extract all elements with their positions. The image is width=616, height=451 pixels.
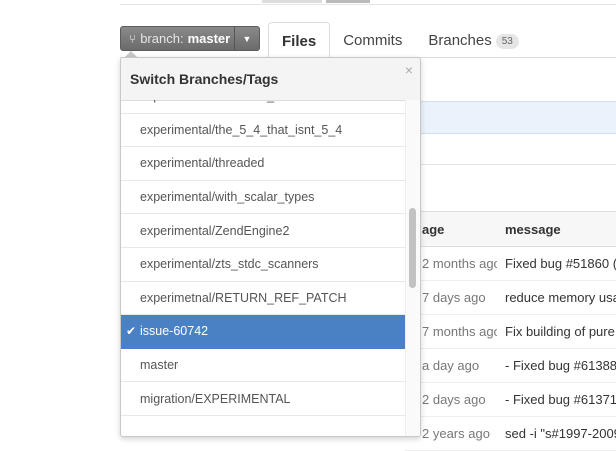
content-row <box>405 134 616 165</box>
row-message[interactable]: - Fixed bug #61388 <box>497 358 616 373</box>
scrollbar-thumb[interactable] <box>409 208 416 288</box>
row-message[interactable]: Fixed bug #51860 ( <box>497 256 616 271</box>
dropdown-header: Switch Branches/Tags × <box>121 58 420 101</box>
top-tab-remnant <box>262 0 322 3</box>
tab-commits[interactable]: Commits <box>330 22 415 58</box>
branch-item[interactable]: experimental/threaded <box>121 147 406 181</box>
table-row: 7 days ago reduce memory usa <box>405 281 616 315</box>
table-row: 7 months ago Fix building of pure <box>405 315 616 349</box>
branch-switcher-button[interactable]: ⑂ branch: master ▼ <box>120 26 260 51</box>
branch-item-label: issue-60742 <box>140 324 209 339</box>
branch-item[interactable]: experimental/zts_stdc_scanners <box>121 248 406 282</box>
repo-tabs: Files Commits Branches 53 <box>268 22 532 58</box>
top-tab-remnant <box>326 0 370 3</box>
dropdown-scrollbar[interactable] <box>405 100 420 436</box>
branch-item[interactable]: experimetnal/RETURN_REF_PATCH <box>121 282 406 316</box>
branch-item[interactable]: migration/EXPERIMENTAL <box>121 382 406 416</box>
branch-dropdown: Switch Branches/Tags × experimental/RETU… <box>120 57 421 437</box>
branches-count-badge: 53 <box>495 34 519 49</box>
row-message[interactable]: reduce memory usa <box>497 290 616 305</box>
tab-commits-label: Commits <box>343 32 403 49</box>
chevron-down-icon[interactable]: ▼ <box>234 27 259 50</box>
checkmark-icon: ✔ <box>126 324 137 339</box>
row-message[interactable]: - Fixed bug #61371 <box>497 392 616 407</box>
branch-item[interactable]: master <box>121 349 406 383</box>
branch-item[interactable]: experimental/RETURN_REF <box>121 100 406 114</box>
highlighted-row <box>405 101 616 134</box>
current-branch-name: master <box>187 31 231 46</box>
branch-switcher-main[interactable]: ⑂ branch: master <box>121 27 234 50</box>
branch-icon: ⑂ <box>129 31 137 46</box>
table-row: 2 months ago Fixed bug #51860 ( <box>405 247 616 281</box>
branch-item[interactable]: experimental/with_scalar_types <box>121 181 406 215</box>
table-header: age message <box>405 212 616 247</box>
branch-label: branch: <box>140 31 184 46</box>
branch-item-selected[interactable]: ✔ issue-60742 <box>121 315 406 349</box>
branch-item[interactable]: experimental/the_5_4_that_isnt_5_4 <box>121 114 406 148</box>
close-icon[interactable]: × <box>405 62 413 78</box>
branch-list[interactable]: experimental/RETURN_REF experimental/the… <box>121 100 406 436</box>
table-row: 2 years ago sed -i "s#1997-2009 <box>405 417 616 451</box>
tab-branches-label: Branches <box>428 32 492 49</box>
row-message[interactable]: Fix building of pure <box>497 324 616 339</box>
message-header: message <box>505 221 561 237</box>
branch-item[interactable]: experimental/ZendEngine2 <box>121 214 406 248</box>
content-gap <box>405 165 616 211</box>
branch-item[interactable] <box>121 416 406 436</box>
row-message[interactable]: sed -i "s#1997-2009 <box>497 426 616 441</box>
dropdown-title: Switch Branches/Tags <box>130 71 279 87</box>
file-table: age message 2 months ago Fixed bug #5186… <box>405 211 616 451</box>
table-row: 2 days ago - Fixed bug #61371 <box>405 383 616 417</box>
table-row: a day ago - Fixed bug #61388 <box>405 349 616 383</box>
tab-branches[interactable]: Branches 53 <box>415 22 532 58</box>
tab-files-label: Files <box>282 33 317 50</box>
tab-files[interactable]: Files <box>268 22 331 58</box>
